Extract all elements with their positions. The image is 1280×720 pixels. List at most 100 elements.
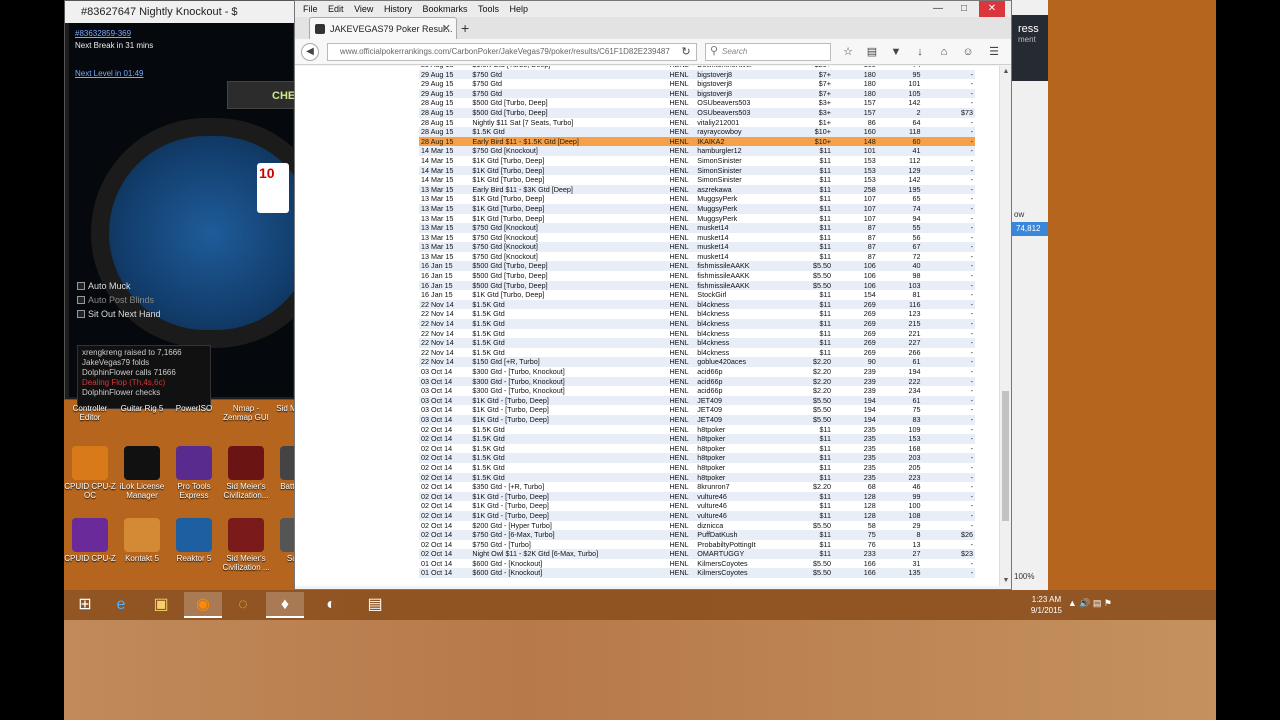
table-row[interactable]: 03 Oct 14 $1K Gtd - [Turbo, Deep] HENL JET4… [419, 395, 975, 406]
menu-view[interactable]: View [354, 4, 373, 14]
media-app-icon[interactable]: ◐ [312, 592, 350, 618]
winner-cell[interactable]: bigstoverj8 [695, 79, 793, 89]
table-row[interactable]: 03 Oct 14 $300 Gtd - [Turbo, Knockout] HEN… [419, 367, 975, 377]
table-row[interactable]: 28 Aug 15 Early Bird $11 - $1.5K Gtd [Dee… [419, 136, 975, 147]
table-row[interactable]: 13 Mar 15 $1K Gtd [Turbo, Deep] HENL Muggsy… [419, 203, 975, 214]
scrollbar-thumb[interactable] [1002, 391, 1009, 521]
menu-help[interactable]: Help [510, 4, 529, 14]
home-icon[interactable]: ⌂ [937, 45, 951, 59]
table-row[interactable]: 02 Oct 14 $1K Gtd - [Turbo, Deep] HENL vult… [419, 491, 975, 502]
table-row[interactable]: 02 Oct 14 $200 Gtd - [Hyper Turbo] HENL diz… [419, 521, 975, 531]
desktop-icon[interactable]: Guitar Rig 5 [116, 404, 168, 413]
table-row[interactable]: 22 Nov 14 $1.5K Gtd HENL bl4ckness $11 269 227… [419, 338, 975, 348]
winner-cell[interactable]: h8tpoker [695, 453, 794, 463]
winner-cell[interactable]: JET409 [695, 395, 794, 406]
scroll-up-icon[interactable]: ▲ [1000, 68, 1012, 75]
table-row[interactable]: 22 Nov 14 $1.5K Gtd HENL bl4ckness $11 269 266… [419, 348, 975, 358]
winner-cell[interactable]: bl4ckness [695, 319, 794, 329]
winner-cell[interactable]: SimonSinister [695, 165, 794, 176]
table-row[interactable]: 22 Nov 14 $1.5K Gtd HENL bl4ckness $11 269 116… [419, 299, 975, 310]
winner-cell[interactable]: bl4ckness [695, 348, 793, 358]
close-tab-icon[interactable]: ✕ [442, 18, 451, 39]
table-row[interactable]: 03 Oct 14 $300 Gtd - [Turbo, Knockout] HEN… [419, 376, 975, 387]
menu-history[interactable]: History [384, 4, 412, 14]
pocket-icon[interactable]: ▼ [889, 45, 903, 59]
table-row[interactable]: 03 Oct 14 $1K Gtd - [Turbo, Deep] HENL JET4… [419, 405, 975, 415]
table-row[interactable]: 22 Nov 14 $1.5K Gtd HENL bl4ckness $11 269 221… [419, 329, 975, 339]
winner-cell[interactable]: KilmersCoyotes [695, 568, 794, 579]
hello-chat-icon[interactable]: ☺ [961, 45, 975, 59]
desktop-icon[interactable]: Sid Meier's Civilization... [220, 446, 272, 500]
auto-muck-checkbox[interactable]: Auto Muck [77, 281, 131, 291]
winner-cell[interactable]: vitaliy212001 [695, 118, 793, 128]
table-row[interactable]: 14 Mar 15 $1K Gtd [Turbo, Deep] HENL SimonS… [419, 156, 975, 166]
winner-cell[interactable]: goblue420aces [695, 357, 794, 367]
table-row[interactable]: 13 Mar 15 $750 Gtd [Knockout] HENL musket14… [419, 223, 975, 233]
winner-cell[interactable]: diznicca [695, 521, 793, 531]
chrome-icon[interactable]: ◌ [224, 592, 262, 618]
menu-file[interactable]: File [303, 4, 318, 14]
winner-cell[interactable]: OSUbeavers503 [695, 107, 794, 118]
winner-cell[interactable]: acid66p [695, 367, 793, 377]
close-window-button[interactable]: ✕ [979, 1, 1005, 17]
minimize-button[interactable]: — [925, 1, 951, 17]
table-row[interactable]: 02 Oct 14 $750 Gtd - [6-Max, Turbo] HENL Pu… [419, 530, 975, 540]
winner-cell[interactable]: IKAIKA2 [695, 136, 794, 147]
table-row[interactable]: 16 Jan 15 $500 Gtd [Turbo, Deep] HENL fishm… [419, 271, 975, 281]
winner-cell[interactable]: MuggsyPerk [695, 214, 793, 224]
table-row[interactable]: 13 Mar 15 $1K Gtd [Turbo, Deep] HENL Muggsy… [419, 214, 975, 224]
table-row[interactable]: 13 Mar 15 $750 Gtd [Knockout] HENL musket14… [419, 233, 975, 243]
table-row[interactable]: 01 Oct 14 $600 Gtd - [Knockout] HENL Kilmer… [419, 568, 975, 579]
table-row[interactable]: 02 Oct 14 $1K Gtd - [Turbo, Deep] HENL vult… [419, 501, 975, 511]
desktop-icon[interactable]: Controller Editor [64, 404, 116, 422]
winner-cell[interactable]: StockGirl [695, 290, 793, 300]
winner-cell[interactable]: h8tpoker [695, 444, 793, 454]
winner-cell[interactable]: fishmissileAAKK [695, 280, 794, 291]
clock[interactable]: 1:23 AM 9/1/2015 [1031, 594, 1062, 616]
poker-client-taskbar-icon[interactable]: ♦ [266, 592, 304, 618]
winner-cell[interactable]: OMARTUGGY [695, 549, 794, 559]
system-tray[interactable]: ▲ 🔊 ▤ ⚑ [1068, 598, 1112, 609]
winner-cell[interactable]: fishmissileAAKK [695, 271, 793, 281]
table-row[interactable]: 02 Oct 14 $1.5K Gtd HENL h8tpoker $11 235 205 - [419, 463, 975, 473]
desktop-icon[interactable]: Sid Meier's Civilization ... [220, 518, 272, 572]
winner-cell[interactable]: vulture46 [695, 510, 794, 521]
table-row[interactable]: 03 Oct 14 $1K Gtd - [Turbo, Deep] HENL JET4… [419, 414, 975, 425]
winner-cell[interactable]: PuffDatKush [695, 530, 794, 540]
firefox-window[interactable]: File Edit View History Bookmarks Tools H… [294, 0, 1012, 590]
winner-cell[interactable]: MuggsyPerk [695, 203, 794, 214]
winner-cell[interactable]: aszrekawa [695, 184, 794, 195]
winner-cell[interactable]: musket14 [695, 233, 793, 243]
table-row[interactable]: 02 Oct 14 $1.5K Gtd HENL h8tpoker $11 235 153- [419, 434, 975, 444]
notes-app-icon[interactable]: ▤ [356, 592, 394, 618]
reload-icon[interactable]: ↻ [679, 45, 693, 59]
winner-cell[interactable]: JET409 [695, 405, 793, 415]
back-button[interactable]: ◀ [301, 43, 319, 61]
table-row[interactable]: 02 Oct 14 $1.5K Gtd HENL h8tpoker $11 235 223- [419, 472, 975, 483]
desktop-icon[interactable]: Pro Tools Express [168, 446, 220, 500]
winner-cell[interactable]: JET409 [695, 414, 794, 425]
table-row[interactable]: 02 Oct 14 $1K Gtd - [Turbo, Deep] HENL vult… [419, 510, 975, 521]
downloads-icon[interactable]: ↓ [913, 45, 927, 59]
winner-cell[interactable]: vulture46 [695, 491, 794, 502]
url-bar[interactable]: www.officialpokerrankings.com/CarbonPoke… [327, 43, 697, 61]
winner-cell[interactable]: ProbabiltyPottingIt [695, 540, 793, 550]
winner-cell[interactable]: bl4ckness [695, 329, 793, 339]
table-row[interactable]: 29 Aug 15 $750 Gtd HENL bigstoverj8 $7+ 180 10… [419, 88, 975, 99]
winner-cell[interactable]: musket14 [695, 242, 794, 252]
desktop-icon[interactable]: Nmap - Zenmap GUI [220, 404, 272, 422]
desktop-icon[interactable]: CPUID CPU-Z [64, 518, 116, 563]
file-explorer-icon[interactable]: ▣ [142, 592, 180, 618]
next-level-link[interactable]: Next Level in 01:49 [75, 69, 144, 78]
menu-edit[interactable]: Edit [328, 4, 344, 14]
start-button-windows-icon[interactable]: ⊞ [66, 592, 104, 618]
winner-cell[interactable]: 8krunron7 [695, 482, 793, 492]
poker-table-window[interactable]: #83627647 Nightly Knockout - $ #83632859… [64, 0, 331, 409]
winner-cell[interactable]: bl4ckness [695, 299, 794, 310]
winner-cell[interactable]: h8tpoker [695, 463, 793, 473]
hamburger-menu-icon[interactable]: ☰ [987, 45, 1001, 59]
table-row[interactable]: 28 Aug 15 $1.5K Gtd HENL rayraycowboy $10+ 16… [419, 127, 975, 137]
chat-log[interactable]: xrengkreng raised to 7,1666 JakeVegas79 … [77, 345, 211, 409]
background-window[interactable]: ress ment ow 74,812 100% [1012, 0, 1048, 590]
winner-cell[interactable]: OSUbeavers503 [695, 98, 793, 108]
